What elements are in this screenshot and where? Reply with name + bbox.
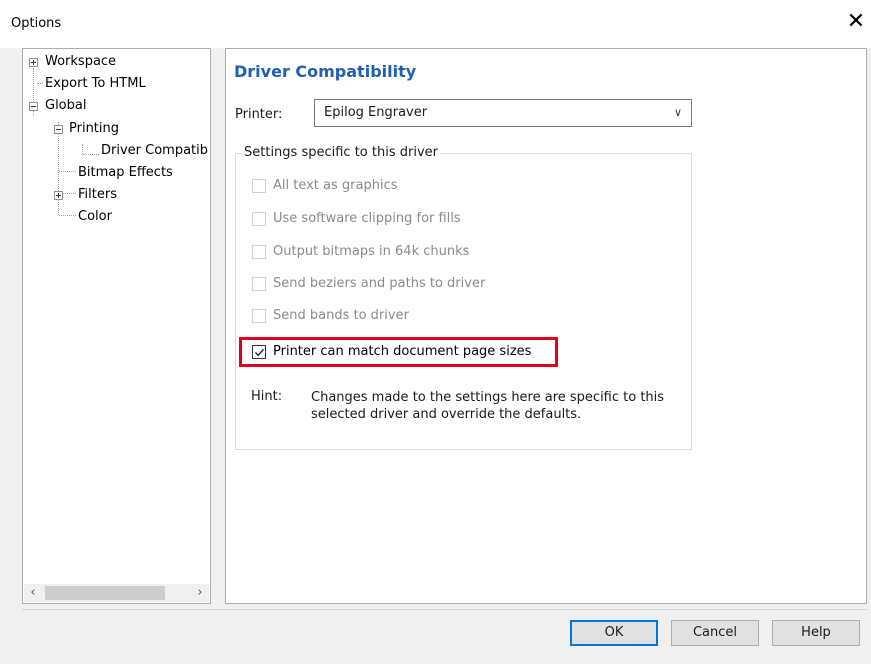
tree-item-filters[interactable]: Filters: [78, 185, 117, 205]
checkbox[interactable]: [252, 309, 266, 323]
checkbox[interactable]: [252, 277, 266, 291]
chevron-down-icon: ∨: [673, 106, 682, 119]
tree-connector: [63, 193, 76, 194]
printer-select[interactable]: Epilog Engraver ∨: [314, 99, 692, 127]
tree-connector: [83, 154, 99, 155]
scroll-right-icon[interactable]: ›: [191, 584, 209, 602]
tree-collapse-icon[interactable]: [54, 125, 63, 134]
printer-label: Printer:: [235, 107, 283, 122]
hint-text: Changes made to the settings here are sp…: [311, 390, 665, 422]
tree-item-global[interactable]: Global: [45, 96, 86, 116]
tree-item-driver-compatibility[interactable]: Driver Compatib: [101, 141, 208, 161]
dialog-title: Options: [11, 16, 62, 31]
hint-label: Hint:: [251, 389, 283, 404]
tree-connector: [58, 122, 59, 215]
checkbox[interactable]: [252, 179, 266, 193]
tree-item-workspace[interactable]: Workspace: [45, 52, 116, 72]
printer-select-value: Epilog Engraver: [324, 105, 428, 120]
checkmark-icon: [254, 348, 265, 357]
cancel-button[interactable]: Cancel: [671, 620, 759, 646]
tree-expand-icon[interactable]: [54, 191, 63, 200]
driver-settings-group: Settings specific to this driver All tex…: [235, 145, 692, 450]
checkbox-label: All text as graphics: [273, 178, 398, 193]
help-button[interactable]: Help: [772, 620, 860, 646]
tree-item-color[interactable]: Color: [78, 207, 112, 227]
options-tree: Workspace Export To HTML Global Printing…: [22, 48, 211, 604]
checkbox[interactable]: [252, 245, 266, 259]
tree-connector: [59, 171, 76, 172]
ok-button[interactable]: OK: [570, 620, 658, 646]
tree-connector: [59, 215, 76, 216]
settings-panel: Driver Compatibility Printer: Epilog Eng…: [225, 48, 867, 604]
checkbox-label: Send beziers and paths to driver: [273, 276, 486, 291]
checkbox-label: Use software clipping for fills: [273, 211, 461, 226]
tree-horizontal-scrollbar[interactable]: ‹ ›: [24, 584, 209, 602]
scroll-left-icon[interactable]: ‹: [24, 584, 42, 602]
checkbox-label: Printer can match document page sizes: [273, 344, 532, 359]
tree-connector: [37, 83, 43, 84]
close-icon[interactable]: ✕: [843, 8, 869, 36]
checkbox-label: Output bitmaps in 64k chunks: [273, 244, 470, 259]
section-title: Driver Compatibility: [234, 62, 417, 81]
footer-divider: [22, 609, 867, 610]
dialog-titlebar: Options ✕: [0, 0, 871, 48]
group-title: Settings specific to this driver: [242, 145, 440, 160]
checkbox-label: Send bands to driver: [273, 308, 409, 323]
scrollbar-thumb[interactable]: [45, 586, 165, 600]
tree-collapse-icon[interactable]: [29, 102, 38, 111]
tree-item-bitmap-effects[interactable]: Bitmap Effects: [78, 163, 173, 183]
tree-item-printing[interactable]: Printing: [69, 119, 119, 139]
checkbox[interactable]: [252, 212, 266, 226]
checkbox-checked[interactable]: [252, 345, 266, 359]
tree-item-export-to-html[interactable]: Export To HTML: [45, 74, 146, 94]
tree-expand-icon[interactable]: [29, 58, 38, 67]
tree-connector: [82, 144, 83, 154]
